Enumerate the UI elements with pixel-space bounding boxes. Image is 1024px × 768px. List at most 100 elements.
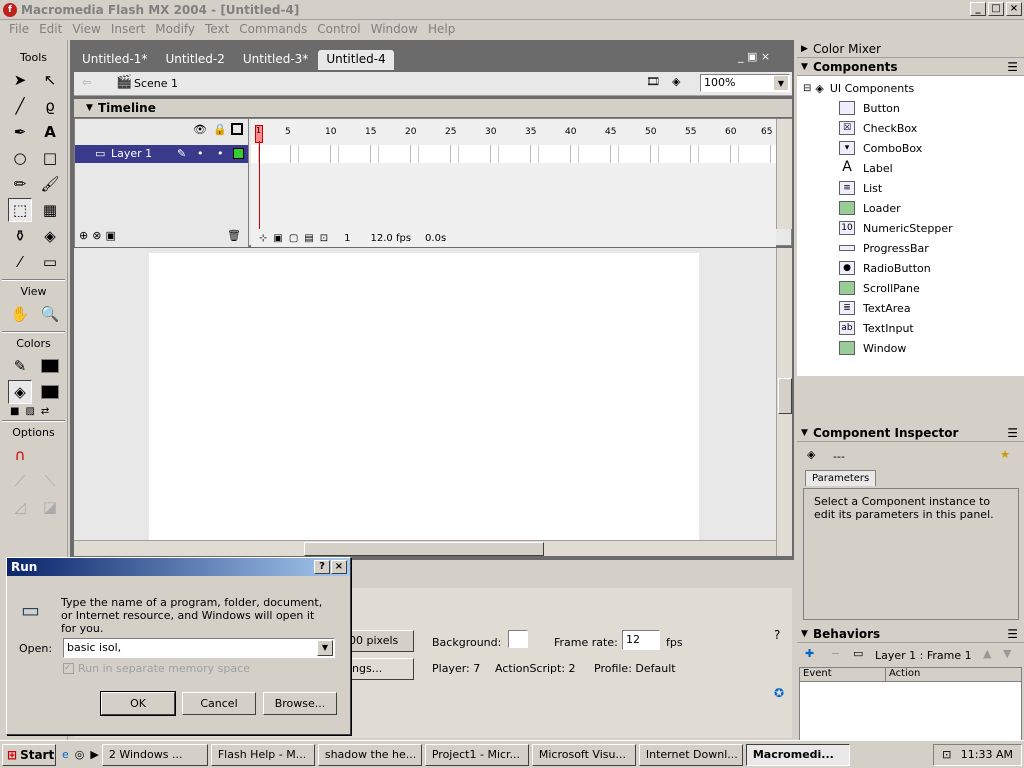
doc-window-controls[interactable]: _ ▣ × [738,50,770,63]
zoom-select[interactable]: 100% ▼ [700,74,790,92]
behaviors-header[interactable]: ▼ Behaviors ☰ [797,625,1024,643]
help-icon[interactable]: ? [774,628,780,642]
back-arrow-icon[interactable]: ⇦ [82,76,91,89]
rectangle-tool-icon[interactable]: □ [38,146,62,170]
subselect-tool-icon[interactable]: ↖ [38,68,62,92]
stage-vscrollbar[interactable] [776,248,792,556]
panel-options-icon[interactable]: ☰ [1007,625,1018,643]
outline-icon[interactable] [231,123,243,135]
hand-tool-icon[interactable]: ✋ [8,302,32,326]
stroke-color-swatch[interactable] [38,354,62,378]
menu-modify[interactable]: Modify [150,22,200,36]
browse-button[interactable]: Browse... [263,692,337,715]
trash-icon[interactable]: 🗑 [227,229,241,242]
menu-view[interactable]: View [67,22,105,36]
background-color-swatch[interactable] [508,630,528,648]
frame-row[interactable] [251,145,776,163]
onion-outline-icon[interactable]: ▢ [289,233,298,244]
color-mixer-header[interactable]: ▶ Color Mixer [797,40,1024,58]
component-radiobutton[interactable]: ● RadioButton [797,258,1024,278]
collapse-triangle-icon[interactable]: ▼ [801,625,808,643]
accessibility-icon[interactable]: ✪ [774,686,784,700]
layer-color-icon[interactable] [233,148,244,159]
free-transform-tool-icon[interactable]: ⬚ [8,198,32,222]
star-icon[interactable]: ★ [1000,448,1010,461]
menu-control[interactable]: Control [312,22,365,36]
edit-multiple-icon[interactable]: ▤ [304,233,313,244]
fill-color-swatch[interactable] [38,380,62,404]
component-list[interactable]: ≡ List [797,178,1024,198]
swap-colors-icon[interactable]: ⇄ [41,406,49,417]
arrow-tool-icon[interactable]: ➤ [8,68,32,92]
pencil-tool-icon[interactable]: ✏ [8,172,32,196]
media-player-quicklaunch-icon[interactable]: ▶ [90,748,98,761]
text-tool-icon[interactable]: A [38,120,62,144]
modify-markers-icon[interactable]: ⊡ [320,233,328,244]
cancel-button[interactable]: Cancel [182,692,256,715]
close-button[interactable]: × [1006,2,1022,16]
fill-transform-tool-icon[interactable]: ▦ [38,198,62,222]
task-project1[interactable]: Project1 - Micr... [424,743,529,766]
collapse-triangle-icon[interactable]: ▼ [86,99,93,117]
eye-icon[interactable]: 👁 [193,123,207,136]
expand-triangle-icon[interactable]: ▶ [801,40,808,58]
no-color-icon[interactable]: ▨ [25,406,34,417]
menu-window[interactable]: Window [366,22,423,36]
tab-parameters[interactable]: Parameters [805,470,877,486]
hscroll-thumb[interactable] [304,542,544,556]
stage-hscrollbar[interactable] [74,540,776,556]
help-button[interactable]: ? [314,560,330,574]
component-button[interactable]: Button [797,98,1024,118]
stage[interactable] [149,253,699,541]
collapse-triangle-icon[interactable]: ▼ [801,58,808,76]
vscroll-thumb[interactable] [778,378,792,414]
minus-icon[interactable]: ⊟ [803,83,811,94]
onion-skin-icon[interactable]: ▣ [273,233,282,244]
remove-behavior-icon[interactable]: − [831,647,840,660]
ui-components-folder[interactable]: ⊟ ◈ UI Components [797,78,1024,98]
component-inspector-header[interactable]: ▼ Component Inspector ☰ [797,424,1024,442]
panel-options-icon[interactable]: ☰ [1007,58,1018,76]
snap-magnet-icon[interactable]: ∩ [8,443,32,467]
lock-icon[interactable]: 🔒 [213,123,227,136]
tab-untitled-1[interactable]: Untitled-1* [74,50,156,70]
component-scrollpane[interactable]: ScrollPane [797,278,1024,298]
clock[interactable]: 11:33 AM [961,748,1013,761]
panel-options-icon[interactable]: ☰ [1007,424,1018,442]
menu-text[interactable]: Text [200,22,234,36]
edit-symbol-icon[interactable]: ◈ [672,75,680,88]
task-internet-download[interactable]: Internet Downl... [638,743,743,766]
component-window[interactable]: Window [797,338,1024,358]
insert-folder-icon[interactable]: ▣ [105,229,115,242]
component-numericstepper[interactable]: 10 NumericStepper [797,218,1024,238]
ok-button[interactable]: OK [100,691,176,716]
menu-file[interactable]: File [4,22,34,36]
brush-tool-icon[interactable]: 🖌 [38,172,62,196]
timeline-header[interactable]: ▼ Timeline [74,99,792,117]
edit-scene-icon[interactable]: 🎞 [646,75,660,88]
tab-untitled-3[interactable]: Untitled-3* [234,50,317,70]
component-textarea[interactable]: ≣ TextArea [797,298,1024,318]
component-checkbox[interactable]: ☒ CheckBox [797,118,1024,138]
publish-settings-button[interactable]: ings... [344,658,414,680]
add-motion-guide-icon[interactable]: ⊗ [92,229,101,242]
tab-untitled-2[interactable]: Untitled-2 [157,50,233,70]
component-combobox[interactable]: ▾ ComboBox [797,138,1024,158]
outlook-quicklaunch-icon[interactable]: ◎ [75,748,85,761]
task-windows-group[interactable]: 2 Windows ... [101,743,208,766]
lasso-tool-icon[interactable]: ϱ [38,94,62,118]
open-input[interactable]: basic isol, ▼ [63,638,335,658]
component-progressbar[interactable]: ProgressBar [797,238,1024,258]
component-textinput[interactable]: ab TextInput [797,318,1024,338]
insert-layer-icon[interactable]: ⊕ [79,229,88,242]
task-flash-help[interactable]: Flash Help - M... [210,743,315,766]
oval-tool-icon[interactable]: ○ [8,146,32,170]
chevron-down-icon[interactable]: ▼ [774,76,788,90]
pen-tool-icon[interactable]: ✒ [8,120,32,144]
collapse-triangle-icon[interactable]: ▼ [801,424,808,442]
start-button[interactable]: ⊞ Start [2,743,56,766]
task-macromedia[interactable]: Macromedi... [745,743,850,766]
chevron-down-icon[interactable]: ▼ [317,640,333,656]
minimize-button[interactable]: _ [970,2,986,16]
eraser-tool-icon[interactable]: ▭ [38,250,62,274]
